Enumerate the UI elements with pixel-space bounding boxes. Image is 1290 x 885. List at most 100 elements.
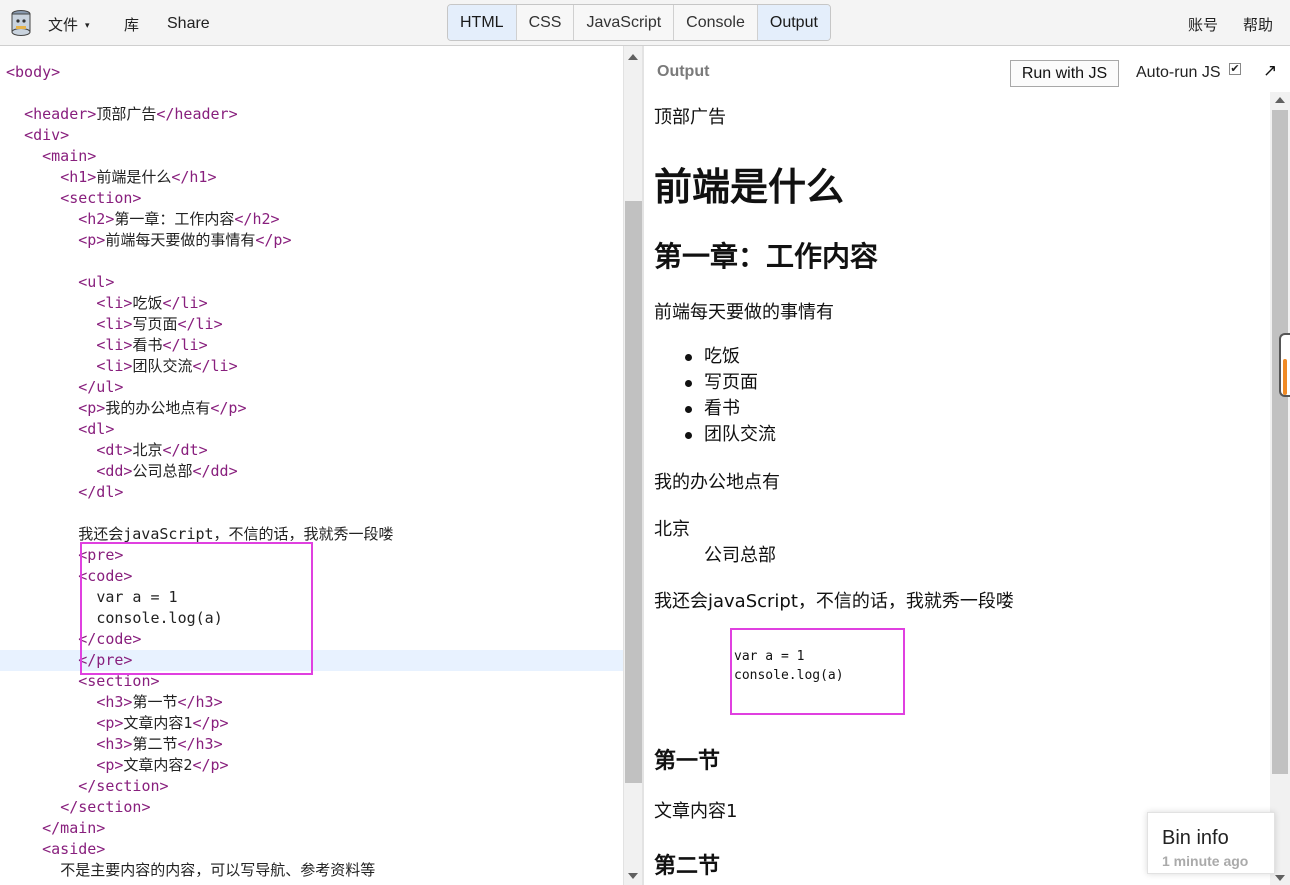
- code-line[interactable]: <h3>第二节</h3>: [0, 734, 623, 755]
- text-token: 顶部广告: [96, 105, 157, 123]
- side-drawer-handle[interactable]: [1279, 333, 1290, 397]
- help-menu[interactable]: 帮助: [1243, 14, 1273, 35]
- code-line[interactable]: <div>: [0, 125, 623, 146]
- html-tag-token: </li>: [177, 315, 223, 333]
- autorun-checkbox[interactable]: ✔: [1229, 63, 1241, 75]
- output-scrollbar[interactable]: [1270, 92, 1290, 885]
- output-h3: 第一节: [654, 749, 721, 774]
- output-h3: 第二节: [654, 854, 721, 879]
- code-line[interactable]: <section>: [0, 188, 623, 209]
- bin-info-panel[interactable]: Bin info 1 minute ago: [1147, 812, 1275, 874]
- tab-css[interactable]: CSS: [517, 5, 575, 40]
- tab-javascript[interactable]: JavaScript: [574, 5, 675, 40]
- code-line[interactable]: <h2>第一章：工作内容</h2>: [0, 209, 623, 230]
- tab-html[interactable]: HTML: [448, 5, 517, 40]
- code-line[interactable]: <h3>第一节</h3>: [0, 692, 623, 713]
- file-menu[interactable]: 文件 ▾: [48, 14, 90, 35]
- list-item: 写页面: [685, 370, 776, 396]
- editor-scroll-thumb[interactable]: [625, 201, 642, 783]
- tab-output[interactable]: Output: [757, 5, 830, 40]
- code-line[interactable]: 不是主要内容的内容，可以写导航、参考资料等: [0, 860, 623, 881]
- code-line[interactable]: <main>: [0, 146, 623, 167]
- code-line[interactable]: [0, 251, 623, 272]
- html-editor[interactable]: <body> <header>顶部广告</header> <div> <main…: [0, 46, 623, 885]
- html-tag-token: <header>: [24, 105, 97, 123]
- code-line[interactable]: <li>写页面</li>: [0, 314, 623, 335]
- expand-icon[interactable]: ↗: [1263, 61, 1277, 81]
- scroll-down-icon[interactable]: [1275, 875, 1285, 881]
- code-line[interactable]: <dl>: [0, 419, 623, 440]
- code-line[interactable]: <aside>: [0, 839, 623, 860]
- output-scroll-thumb[interactable]: [1272, 110, 1288, 774]
- library-menu[interactable]: 库: [124, 14, 139, 35]
- list-item: 吃饭: [685, 344, 776, 370]
- autorun-label: Auto-run JS: [1136, 64, 1221, 81]
- code-line[interactable]: <header>顶部广告</header>: [0, 104, 623, 125]
- code-line[interactable]: </section>: [0, 776, 623, 797]
- output-paragraph: 前端每天要做的事情有: [654, 302, 834, 323]
- html-tag-token: </p>: [192, 756, 229, 774]
- text-token: 看书: [132, 336, 163, 354]
- code-line[interactable]: </dl>: [0, 482, 623, 503]
- code-line[interactable]: <li>看书</li>: [0, 335, 623, 356]
- top-toolbar: 文件 ▾ 库 Share HTML CSS JavaScript Console …: [0, 0, 1290, 46]
- code-line[interactable]: </main>: [0, 818, 623, 839]
- handle-grip: [1283, 359, 1287, 395]
- code-line[interactable]: <li>吃饭</li>: [0, 293, 623, 314]
- code-line[interactable]: [0, 503, 623, 524]
- html-tag-token: <section>: [60, 189, 142, 207]
- jsbin-logo-icon[interactable]: [9, 9, 33, 37]
- code-line[interactable]: <li>团队交流</li>: [0, 356, 623, 377]
- list-item: 看书: [685, 396, 776, 422]
- code-line[interactable]: <dt>北京</dt>: [0, 440, 623, 461]
- code-line[interactable]: <body>: [0, 62, 623, 83]
- code-line[interactable]: </ul>: [0, 377, 623, 398]
- html-tag-token: <ul>: [78, 273, 115, 291]
- code-line[interactable]: <p>文章内容1</p>: [0, 713, 623, 734]
- code-line[interactable]: <p>我的办公地点有</p>: [0, 398, 623, 419]
- text-token: 写页面: [132, 315, 178, 333]
- code-line[interactable]: <p>前端每天要做的事情有</p>: [0, 230, 623, 251]
- code-line[interactable]: [0, 83, 623, 104]
- code-line[interactable]: <p>文章内容2</p>: [0, 755, 623, 776]
- panel-tabs: HTML CSS JavaScript Console Output: [447, 4, 831, 41]
- html-tag-token: </main>: [42, 819, 106, 837]
- output-paragraph: 文章内容1: [654, 801, 738, 822]
- code-line[interactable]: <h1>前端是什么</h1>: [0, 167, 623, 188]
- html-tag-token: <dd>: [96, 462, 133, 480]
- html-tag-token: </li>: [192, 357, 238, 375]
- scroll-up-icon[interactable]: [628, 54, 638, 60]
- html-tag-token: </p>: [210, 399, 247, 417]
- tab-console[interactable]: Console: [674, 5, 758, 40]
- share-menu[interactable]: Share: [167, 15, 210, 33]
- output-paragraph: 我还会javaScript，不信的话，我就秀一段喽: [654, 591, 1014, 612]
- code-line[interactable]: <ul>: [0, 272, 623, 293]
- output-paragraph: 我的办公地点有: [654, 472, 780, 493]
- code-line[interactable]: </section>: [0, 797, 623, 818]
- scroll-down-icon[interactable]: [628, 873, 638, 879]
- text-token: 团队交流: [132, 357, 193, 375]
- scroll-up-icon[interactable]: [1275, 97, 1285, 103]
- account-menu[interactable]: 账号: [1188, 14, 1218, 35]
- run-with-js-button[interactable]: Run with JS: [1010, 60, 1119, 87]
- html-tag-token: </header>: [156, 105, 238, 123]
- code-line[interactable]: <dd>公司总部</dd>: [0, 461, 623, 482]
- list-item: 团队交流: [685, 422, 776, 448]
- html-tag-token: <div>: [24, 126, 70, 144]
- editor-scrollbar[interactable]: [623, 46, 642, 885]
